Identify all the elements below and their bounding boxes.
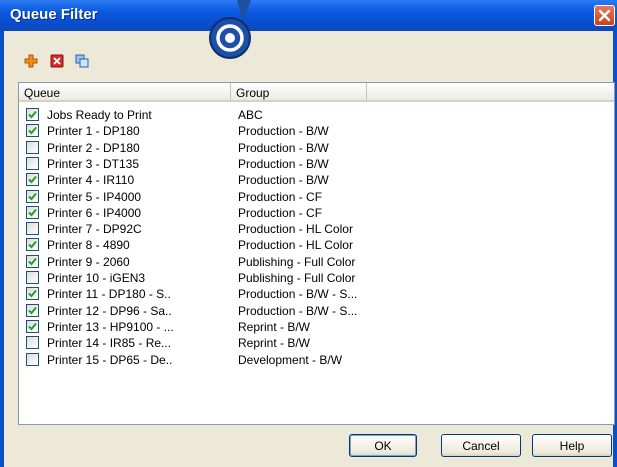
delete-icon[interactable] — [50, 54, 64, 68]
queue-checkbox[interactable] — [26, 205, 39, 219]
queue-checkbox[interactable] — [26, 303, 39, 317]
checkmark-icon — [28, 192, 37, 200]
queue-checkbox[interactable] — [26, 189, 39, 203]
queue-checkbox[interactable] — [26, 156, 39, 170]
queue-checkbox[interactable] — [26, 319, 39, 333]
list-item[interactable]: Printer 11 - DP180 - S.. Production - B/W… — [19, 285, 614, 301]
list-item[interactable]: Printer 2 - DP180 Production - B/W — [19, 139, 614, 155]
group-name: Production - HL Color — [238, 238, 353, 253]
group-name: Production - B/W — [238, 173, 329, 188]
group-name: Production - B/W - S... — [238, 303, 358, 318]
queue-name: Printer 6 - IP4000 — [47, 205, 142, 220]
list-item[interactable]: Jobs Ready to Print ABC — [19, 106, 614, 122]
queue-checkbox[interactable] — [26, 238, 39, 252]
queue-name: Jobs Ready to Print — [47, 108, 152, 122]
group-name: ABC — [238, 108, 263, 122]
column-header-filler — [367, 83, 614, 102]
checkmark-icon — [28, 241, 37, 249]
list-item[interactable]: Printer 7 - DP92C Production - HL Color — [19, 220, 614, 236]
group-name: Production - B/W — [238, 140, 329, 155]
group-name: Production - HL Color — [238, 222, 353, 237]
queue-name: Printer 3 - DT135 — [47, 156, 140, 171]
queue-name: Printer 7 - DP92C — [47, 222, 142, 237]
queue-name: Printer 15 - DP65 - De.. — [47, 352, 173, 367]
queue-name: Printer 13 - HP9100 - ... — [47, 319, 174, 334]
column-header-group[interactable]: Group — [231, 83, 367, 102]
queue-checkbox[interactable] — [26, 173, 39, 187]
checkmark-icon — [28, 306, 37, 315]
queue-name: Printer 4 - IR110 — [47, 173, 135, 188]
window-title: Queue Filter — [10, 6, 98, 23]
queue-name: Printer 9 - 2060 — [47, 254, 130, 269]
column-header-group-label: Group — [236, 86, 270, 100]
queue-checkbox[interactable] — [26, 124, 39, 138]
checkmark-icon — [28, 127, 37, 135]
add-icon[interactable] — [24, 54, 38, 68]
list-item[interactable]: Printer 4 - IR110 Production - B/W — [19, 171, 614, 187]
queue-name: Printer 5 - IP4000 — [47, 189, 142, 204]
queue-list[interactable]: Queue Group Jobs Ready to Print ABC Printe… — [18, 82, 615, 425]
group-name: Production - B/W — [238, 124, 329, 139]
column-header-queue[interactable]: Queue — [19, 83, 231, 102]
close-button[interactable] — [594, 5, 615, 26]
group-name: Production - B/W - S... — [238, 287, 358, 302]
queue-checkbox[interactable] — [26, 287, 39, 301]
list-item[interactable]: Printer 1 - DP180 Production - B/W — [19, 122, 614, 138]
list-item[interactable]: Printer 3 - DT135 Production - B/W — [19, 155, 614, 171]
list-item[interactable]: Printer 6 - IP4000 Production - CF — [19, 204, 614, 220]
group-name: Publishing - Full Color — [238, 254, 356, 269]
list-item[interactable]: Printer 14 - IR85 - Re... Reprint - B/W — [19, 334, 614, 350]
checkmark-icon — [28, 322, 37, 331]
queue-name: Printer 8 - 4890 — [47, 238, 130, 253]
group-name: Development - B/W — [238, 352, 343, 367]
group-name: Publishing - Full Color — [238, 271, 356, 285]
cancel-button[interactable]: Cancel — [441, 434, 521, 457]
group-name: Reprint - B/W — [238, 319, 311, 334]
callout-pin-icon — [209, 0, 251, 59]
checkmark-icon — [28, 208, 37, 217]
list-item[interactable]: Printer 10 - iGEN3 Publishing - Full Colo… — [19, 269, 614, 285]
list-item[interactable]: Printer 5 - IP4000 Production - CF — [19, 188, 614, 204]
title-bar[interactable]: Queue Filter — [0, 0, 617, 31]
column-header-queue-label: Queue — [24, 86, 61, 100]
checkmark-icon — [28, 257, 37, 266]
list-item[interactable]: Printer 8 - 4890 Production - HL Color — [19, 236, 614, 252]
copy-icon[interactable] — [75, 54, 89, 68]
queue-name: Printer 14 - IR85 - Re... — [47, 336, 172, 351]
help-button[interactable]: Help — [532, 434, 612, 457]
queue-name: Printer 12 - DP96 - Sa.. — [47, 303, 172, 318]
queue-filter-window: Queue Filter Queue Group Jobs Ready to P… — [0, 0, 617, 467]
queue-name: Printer 1 - DP180 — [47, 124, 140, 139]
group-name: Production - CF — [238, 205, 323, 220]
list-item[interactable]: Printer 12 - DP96 - Sa.. Production - B/W… — [19, 302, 614, 318]
list-item[interactable]: Printer 9 - 2060 Publishing - Full Color — [19, 253, 614, 269]
ok-button[interactable]: OK — [349, 434, 417, 457]
queue-name: Printer 2 - DP180 — [47, 140, 140, 155]
group-name: Production - B/W — [238, 156, 329, 171]
queue-name: Printer 10 - iGEN3 — [47, 271, 146, 285]
close-icon — [598, 9, 611, 22]
checkmark-icon — [28, 176, 37, 184]
list-item[interactable]: Printer 13 - HP9100 - ... Reprint - B/W — [19, 318, 614, 334]
queue-checkbox[interactable] — [26, 222, 39, 236]
queue-checkbox[interactable] — [26, 254, 39, 268]
queue-name: Printer 11 - DP180 - S.. — [47, 287, 171, 302]
group-name: Production - CF — [238, 189, 323, 204]
queue-checkbox[interactable] — [26, 140, 39, 154]
checkmark-icon — [28, 110, 37, 119]
queue-checkbox[interactable] — [26, 336, 39, 350]
checkmark-icon — [28, 290, 37, 298]
list-item[interactable]: Printer 15 - DP65 - De.. Development - B/… — [19, 351, 614, 367]
queue-checkbox[interactable] — [26, 108, 39, 121]
group-name: Reprint - B/W — [238, 336, 311, 351]
queue-checkbox[interactable] — [26, 352, 39, 366]
queue-checkbox[interactable] — [26, 271, 39, 284]
